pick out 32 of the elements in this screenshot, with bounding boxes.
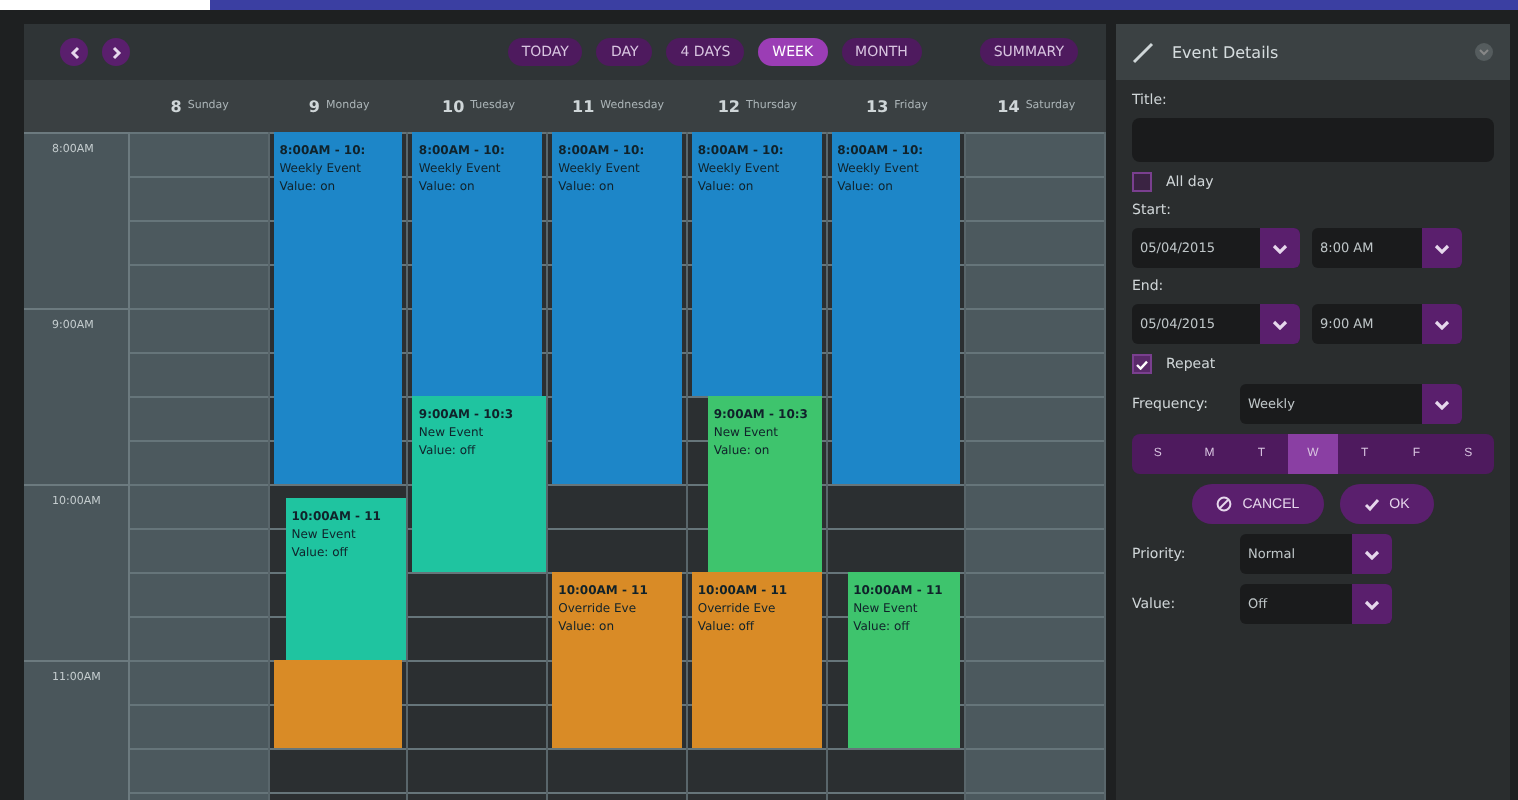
day-number: 8 bbox=[170, 97, 182, 115]
chevron-down-icon bbox=[1272, 319, 1288, 329]
check-icon bbox=[1363, 497, 1380, 511]
day-number: 9 bbox=[308, 97, 320, 115]
dropdown-button[interactable] bbox=[1352, 534, 1392, 574]
chevron-down-icon bbox=[1364, 599, 1380, 609]
chevron-down-icon bbox=[1434, 319, 1450, 329]
dropdown-button[interactable] bbox=[1260, 304, 1300, 344]
chevron-left-icon bbox=[69, 45, 79, 59]
day-number: 13 bbox=[866, 97, 889, 115]
dropdown-button[interactable] bbox=[1422, 228, 1462, 268]
panel-title: Event Details bbox=[1172, 43, 1281, 61]
dropdown-button[interactable] bbox=[1422, 304, 1462, 344]
chevron-down-icon bbox=[1272, 243, 1288, 253]
day-number: 11 bbox=[572, 97, 595, 115]
chevron-down-icon[interactable] bbox=[1474, 42, 1494, 62]
checkbox[interactable] bbox=[1132, 354, 1152, 374]
chevron-right-icon bbox=[111, 45, 121, 59]
day-number: 10 bbox=[442, 97, 465, 115]
day-number: 12 bbox=[717, 97, 740, 115]
chevron-down-icon bbox=[1434, 399, 1450, 409]
day-number: 14 bbox=[997, 97, 1020, 115]
checkbox[interactable] bbox=[1132, 172, 1152, 192]
chevron-down-icon bbox=[1364, 549, 1380, 559]
dropdown-button[interactable] bbox=[1260, 228, 1300, 268]
pencil-icon bbox=[1132, 40, 1156, 64]
dropdown-button[interactable] bbox=[1422, 384, 1462, 424]
cancel-icon bbox=[1216, 496, 1233, 512]
chevron-down-icon bbox=[1434, 243, 1450, 253]
previous-button[interactable] bbox=[60, 38, 88, 66]
next-button[interactable] bbox=[102, 38, 130, 66]
dropdown-button[interactable] bbox=[1352, 584, 1392, 624]
